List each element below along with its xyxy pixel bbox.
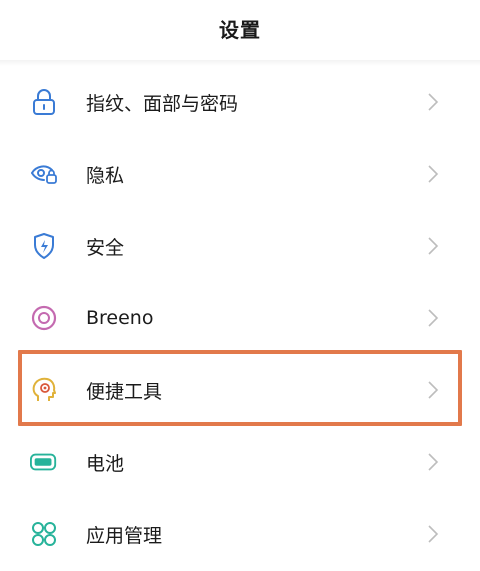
chevron-right-icon <box>428 309 439 327</box>
settings-item-label: Breeno <box>86 307 154 329</box>
chevron-right-icon <box>428 525 439 543</box>
settings-item-label: 电池 <box>86 452 125 475</box>
settings-item-convenience-tools[interactable]: 便捷工具 <box>0 354 480 426</box>
settings-item-label: 隐私 <box>86 164 125 187</box>
settings-item-label: 安全 <box>86 236 125 259</box>
breeno-icon <box>30 304 58 332</box>
settings-item-battery[interactable]: 电池 <box>0 426 480 498</box>
chevron-right-icon <box>428 93 439 111</box>
settings-item-fingerprint-face-password[interactable]: 指纹、面部与密码 <box>0 66 480 138</box>
settings-item-label: 应用管理 <box>86 524 163 547</box>
chevron-right-icon <box>428 237 439 255</box>
shield-icon <box>30 232 58 260</box>
settings-item-privacy[interactable]: 隐私 <box>0 138 480 210</box>
app-grid-icon <box>30 520 58 548</box>
chevron-right-icon <box>428 453 439 471</box>
settings-list: 指纹、面部与密码 隐私 安全 Breeno 便捷工具 电池 应用管理 <box>0 66 480 570</box>
page-title: 设置 <box>219 17 261 42</box>
lock-icon <box>30 88 58 116</box>
chevron-right-icon <box>428 381 439 399</box>
settings-item-app-management[interactable]: 应用管理 <box>0 498 480 570</box>
settings-item-label: 指纹、面部与密码 <box>86 92 239 115</box>
settings-item-security[interactable]: 安全 <box>0 210 480 282</box>
tools-head-icon <box>30 376 58 404</box>
settings-header: 设置 <box>0 0 480 56</box>
settings-item-label: 便捷工具 <box>86 380 163 403</box>
battery-icon <box>30 448 58 476</box>
chevron-right-icon <box>428 165 439 183</box>
privacy-eye-icon <box>30 160 58 188</box>
settings-item-breeno[interactable]: Breeno <box>0 282 480 354</box>
